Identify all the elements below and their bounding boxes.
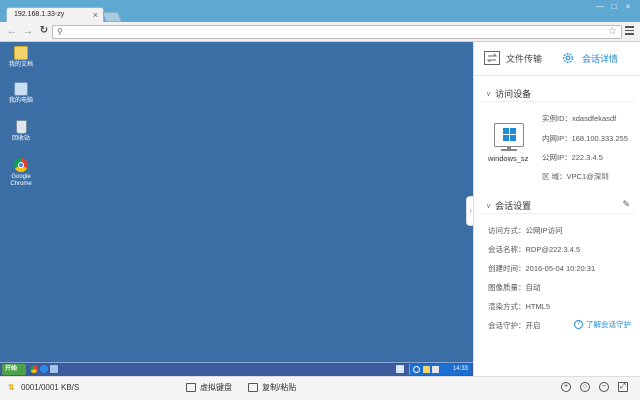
reload-icon[interactable]: ↻ <box>38 25 50 37</box>
file-transfer-icon <box>484 51 500 65</box>
up-down-arrows-icon: ⇅ <box>8 383 15 392</box>
transfer-speed: ⇅ 0001/0001 KB/S <box>8 383 79 392</box>
device-section-header[interactable]: ∨ 访问设备 <box>486 87 531 100</box>
address-bar[interactable]: ⚲ ☆ <box>52 25 622 39</box>
tab-session-details[interactable]: 会话详情 <box>560 51 618 65</box>
access-method: 访问方式：公网IP访问 <box>488 226 563 235</box>
question-icon: ? <box>574 320 583 329</box>
zoom-reset-icon[interactable]: ○ <box>580 382 590 392</box>
session-guard-help-link[interactable]: ? 了解会话守护 <box>574 319 631 330</box>
browser-chrome: 192.168.1.33-zy × — □ × ← → ↻ ⚲ ☆ <box>0 0 640 42</box>
chrome-quicklaunch-icon[interactable] <box>30 365 38 373</box>
copy-paste-label: 复制/粘贴 <box>262 383 297 392</box>
remote-desktop[interactable]: 我的文档 我的电脑 回收站 Google Chrome 开始 14:33 <box>0 42 473 376</box>
computer-icon <box>14 82 28 96</box>
session-panel: 文件传输 会话详情 ∨ 访问设备 windows_sz 实例ID：xdasdfe… <box>473 42 640 376</box>
forward-arrow-icon[interactable]: → <box>22 25 34 37</box>
status-bar: ⇅ 0001/0001 KB/S 虚拟键盘 复制/粘贴 + ○ − ⤢ <box>0 376 640 400</box>
browser-menu-icon[interactable] <box>625 26 635 36</box>
minimize-button[interactable]: — <box>594 2 606 12</box>
monitor-base <box>501 149 517 151</box>
public-ip: 公网IP：222.3.4.5 <box>542 153 603 162</box>
windows-logo-icon <box>503 128 516 142</box>
desktop-icon-computer[interactable]: 我的电脑 <box>6 82 36 105</box>
remote-taskbar: 开始 14:33 <box>0 362 473 376</box>
maximize-button[interactable]: □ <box>608 2 620 12</box>
keyboard-icon <box>186 383 196 392</box>
desktop-icon-chrome[interactable]: Google Chrome <box>6 158 36 188</box>
recycle-bin-icon <box>15 120 27 134</box>
system-tray: 14:33 <box>409 364 471 375</box>
start-button-label: 开始 <box>5 366 18 372</box>
zoom-out-icon[interactable]: − <box>599 382 609 392</box>
start-button[interactable]: 开始 <box>2 364 26 375</box>
media-quicklaunch-icon[interactable] <box>50 365 58 373</box>
ie-quicklaunch-icon[interactable] <box>40 365 48 373</box>
desktop-icon-label: Google Chrome <box>10 174 32 187</box>
render-mode: 渲染方式：HTML5 <box>488 302 551 311</box>
tab-file-transfer[interactable]: 文件传输 <box>484 51 542 65</box>
tab-title: 192.168.1.33-zy <box>14 11 65 18</box>
zoom-in-icon[interactable]: + <box>561 382 571 392</box>
panel-tabs: 文件传输 会话详情 <box>474 42 640 76</box>
documents-folder-icon <box>14 46 28 60</box>
desktop-icon-label: 回收站 <box>11 136 30 142</box>
chevron-down-icon: ∨ <box>486 90 492 98</box>
desktop-icon-documents[interactable]: 我的文档 <box>6 46 36 69</box>
help-tray-icon[interactable] <box>413 366 420 373</box>
new-tab-button[interactable] <box>102 12 122 22</box>
desktop-icon-label: 我的文档 <box>8 62 33 68</box>
section-divider <box>482 101 634 102</box>
desktop-icon-recycle-bin[interactable]: 回收站 <box>6 120 36 143</box>
image-quality: 图像质量：自动 <box>488 283 541 292</box>
zoom-controls: + ○ − ⤢ <box>561 382 628 392</box>
browser-tab[interactable]: 192.168.1.33-zy × <box>6 7 104 23</box>
virtual-keyboard-label: 虚拟键盘 <box>200 383 232 392</box>
window-controls: — □ × <box>594 2 634 12</box>
session-name: 会话名称：RDP@222.3.4.5 <box>488 245 581 254</box>
speed-value: 0001/0001 KB/S <box>20 383 80 392</box>
gear-icon <box>563 53 573 63</box>
copy-paste-button[interactable]: 复制/粘贴 <box>248 382 296 393</box>
chevron-down-icon: ∨ <box>486 202 492 210</box>
pencil-edit-icon[interactable]: ✎ <box>622 199 630 210</box>
taskbar-clock: 14:33 <box>452 366 468 372</box>
chrome-icon <box>14 158 28 172</box>
tab-close-icon[interactable]: × <box>93 10 98 20</box>
monitor-icon <box>494 123 524 147</box>
bookmark-star-icon[interactable]: ☆ <box>608 26 617 38</box>
device-os-name: windows_sz <box>488 154 529 163</box>
instance-id: 实例ID：xdasdfekasdf <box>542 114 617 123</box>
session-section-header[interactable]: ∨ 会话设置 <box>486 199 531 212</box>
created-time: 创建时间：2016-05-04 10:20:31 <box>488 264 596 273</box>
private-ip: 内网IP：168.100.333.255 <box>542 134 628 143</box>
device-section-title: 访问设备 <box>495 89 532 99</box>
fullscreen-icon[interactable]: ⤢ <box>618 382 628 392</box>
session-section-title: 会话设置 <box>495 201 532 211</box>
tab-session-details-label: 会话详情 <box>582 53 619 64</box>
language-bar-icon[interactable] <box>396 365 404 373</box>
desktop-icon-label: 我的电脑 <box>8 98 33 104</box>
tab-file-transfer-label: 文件传输 <box>506 53 543 64</box>
close-window-button[interactable]: × <box>622 2 634 12</box>
section-divider <box>482 213 634 214</box>
browser-toolbar: ← → ↻ ⚲ ☆ <box>0 22 640 42</box>
clipboard-icon <box>248 383 258 392</box>
session-guard: 会话守护：开启 <box>488 321 541 330</box>
help-link-label: 了解会话守护 <box>586 320 631 329</box>
network-tray-icon[interactable] <box>423 366 430 373</box>
back-arrow-icon[interactable]: ← <box>6 25 18 37</box>
volume-tray-icon[interactable] <box>432 366 439 373</box>
virtual-keyboard-button[interactable]: 虚拟键盘 <box>186 382 232 393</box>
region: 区 域：VPC1@深圳 <box>542 172 609 181</box>
search-icon: ⚲ <box>57 27 63 36</box>
